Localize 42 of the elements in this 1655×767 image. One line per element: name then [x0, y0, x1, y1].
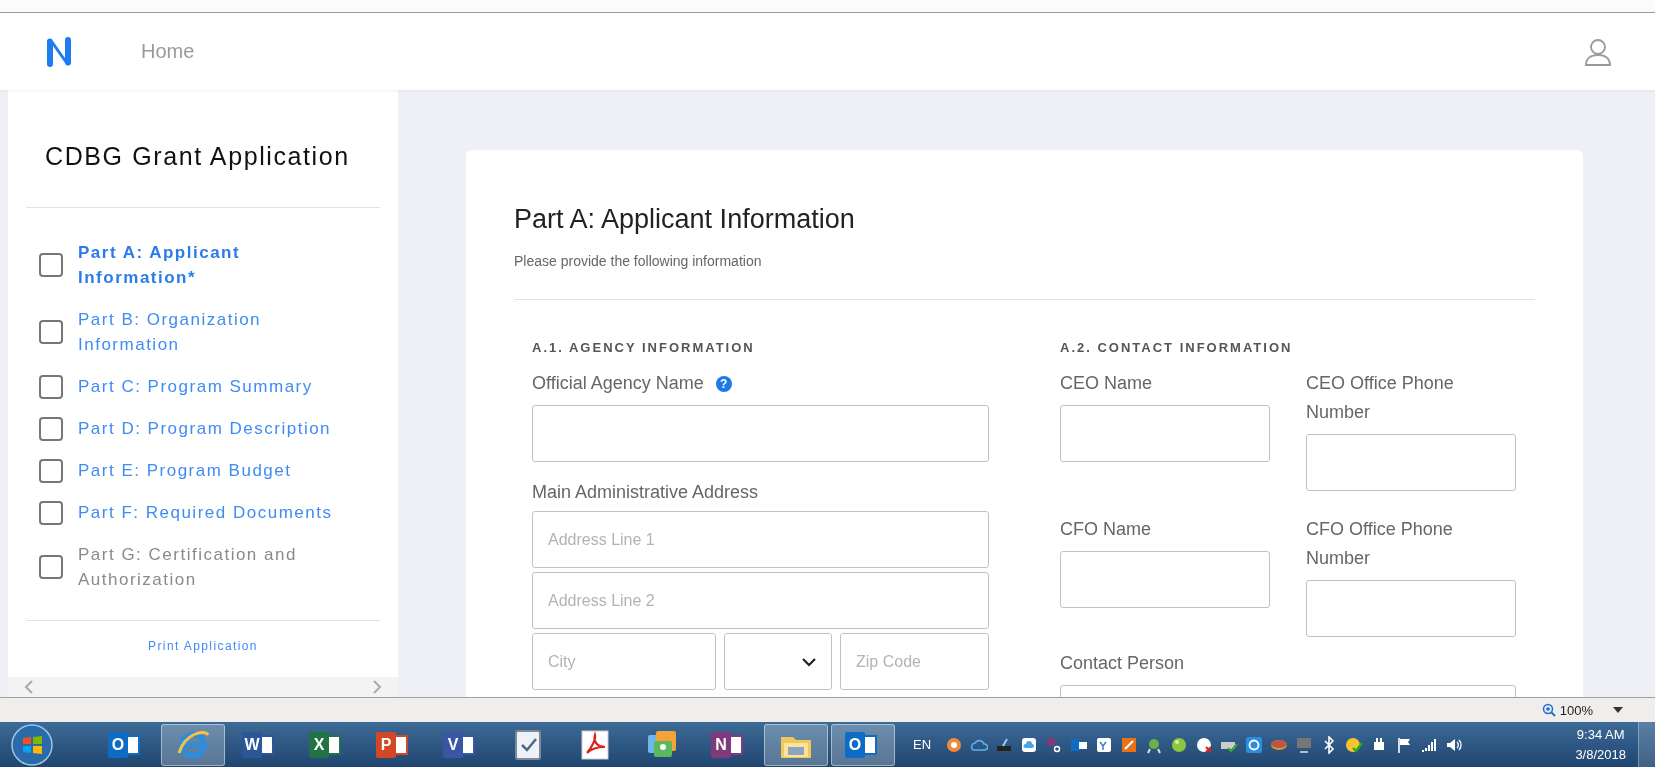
- taskbar-button[interactable]: X: [295, 723, 359, 766]
- print-link[interactable]: Print Application: [26, 639, 380, 653]
- taskbar-button[interactable]: O: [94, 723, 158, 766]
- app-letter: N: [711, 731, 731, 758]
- section-heading: A.2. CONTACT INFORMATION: [1060, 340, 1294, 355]
- help-button[interactable]: ?: [715, 375, 732, 392]
- field-label: CEO Office Phone Number: [1306, 372, 1455, 424]
- input-field[interactable]: City: [532, 633, 716, 690]
- app-letter: V: [443, 731, 463, 758]
- section-link[interactable]: Part D: Program Description: [78, 416, 332, 441]
- input-field[interactable]: Address Line 2: [532, 572, 989, 629]
- field-label: CFO Office Phone Number: [1306, 518, 1454, 570]
- field-label: Official Agency Name: [532, 372, 704, 395]
- taskbar-button[interactable]: P: [362, 723, 426, 766]
- section-link[interactable]: Part A: Applicant Information*: [78, 240, 360, 290]
- section-link[interactable]: Part C: Program Summary: [78, 374, 313, 399]
- language-indicator[interactable]: EN: [913, 737, 932, 752]
- app-letter: W: [242, 731, 262, 758]
- input-field[interactable]: Zip Code: [840, 633, 989, 690]
- sidebar-title: CDBG Grant Application: [44, 142, 351, 171]
- field-label: CEO Name: [1060, 372, 1154, 395]
- form-title: Part A: Applicant Information: [514, 204, 856, 235]
- field-label: Contact Person: [1060, 652, 1186, 675]
- app-letter: X: [309, 731, 329, 758]
- app-letter: O: [108, 731, 128, 758]
- form-subtitle: Please provide the following information: [514, 253, 763, 269]
- field-label: Main Administrative Address: [532, 481, 760, 504]
- field-label: CFO Name: [1060, 518, 1152, 541]
- taskbar-button[interactable]: W: [228, 723, 292, 766]
- clock[interactable]: 9:34 AM 3/8/2018: [1575, 724, 1626, 765]
- section-link[interactable]: Part E: Program Budget: [78, 458, 292, 483]
- zoom-level[interactable]: 100%: [1559, 702, 1593, 718]
- taskbar-button[interactable]: O: [831, 723, 895, 766]
- section-link[interactable]: Part F: Required Documents: [78, 500, 333, 525]
- section-heading: A.1. AGENCY INFORMATION: [532, 340, 756, 355]
- input-field[interactable]: Address Line 1: [532, 511, 989, 568]
- home-link[interactable]: Home: [141, 40, 195, 63]
- taskbar-button[interactable]: V: [429, 723, 493, 766]
- app-letter: O: [845, 731, 865, 758]
- taskbar-button[interactable]: N: [697, 723, 761, 766]
- section-link[interactable]: Part B: Organization Information: [78, 307, 360, 357]
- app-letter: P: [376, 731, 396, 758]
